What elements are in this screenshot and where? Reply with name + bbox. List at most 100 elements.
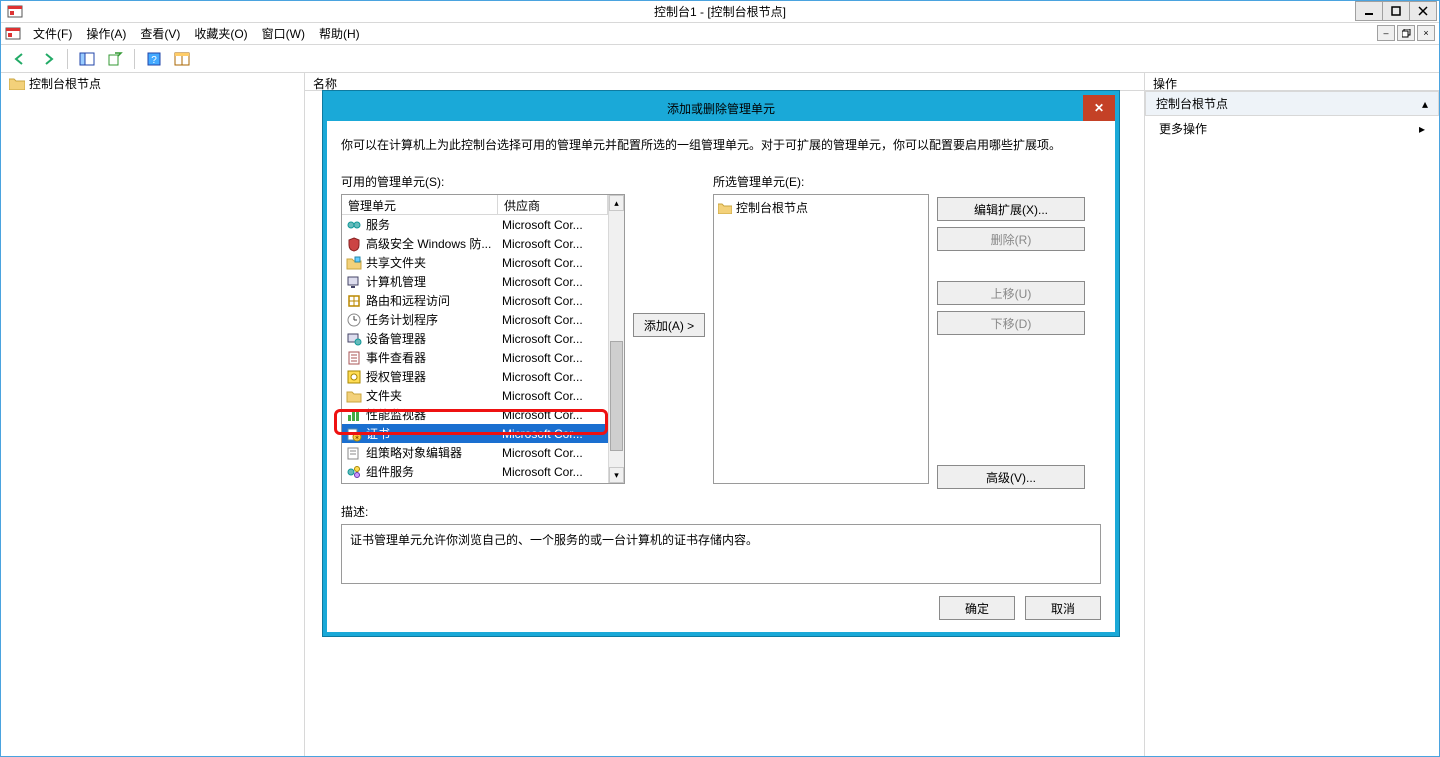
- snapin-vendor: Microsoft Cor...: [502, 294, 608, 308]
- dialog-intro: 你可以在计算机上为此控制台选择可用的管理单元并配置所选的一组管理单元。对于可扩展…: [341, 135, 1101, 155]
- snapin-vendor: Microsoft Cor...: [502, 465, 608, 479]
- snapin-row[interactable]: ✶证书Microsoft Cor...: [342, 424, 608, 443]
- header-snapin[interactable]: 管理单元: [342, 195, 498, 214]
- move-down-button[interactable]: 下移(D): [937, 311, 1085, 335]
- column-name[interactable]: 名称: [305, 73, 1144, 91]
- available-headers: 管理单元 供应商: [342, 195, 608, 215]
- ok-button[interactable]: 确定: [939, 596, 1015, 620]
- add-button[interactable]: 添加(A) >: [633, 313, 705, 337]
- snapin-row[interactable]: 路由和远程访问Microsoft Cor...: [342, 291, 608, 310]
- tile-button[interactable]: [171, 48, 193, 70]
- snapin-row[interactable]: 授权管理器Microsoft Cor...: [342, 367, 608, 386]
- snapin-row[interactable]: 组策略对象编辑器Microsoft Cor...: [342, 443, 608, 462]
- help-button[interactable]: ?: [143, 48, 165, 70]
- maximize-button[interactable]: [1382, 1, 1410, 21]
- snapin-row[interactable]: 文件夹Microsoft Cor...: [342, 386, 608, 405]
- window-controls: [1356, 1, 1437, 21]
- cancel-button[interactable]: 取消: [1025, 596, 1101, 620]
- move-up-button[interactable]: 上移(U): [937, 281, 1085, 305]
- snapin-name: 路由和远程访问: [366, 292, 502, 309]
- more-actions-label: 更多操作: [1159, 120, 1207, 137]
- doc-icon: [5, 26, 21, 42]
- toolbar-sep2: [134, 49, 135, 69]
- menu-help[interactable]: 帮助(H): [313, 23, 366, 44]
- scroll-track[interactable]: [609, 211, 624, 467]
- mdi-minimize[interactable]: –: [1377, 25, 1395, 41]
- snapin-name: 性能监视器: [366, 406, 502, 423]
- menu-action[interactable]: 操作(A): [80, 23, 132, 44]
- snapin-icon: [346, 236, 362, 252]
- snapin-name: 计算机管理: [366, 273, 502, 290]
- snapin-vendor: Microsoft Cor...: [502, 408, 608, 422]
- snapin-row[interactable]: 设备管理器Microsoft Cor...: [342, 329, 608, 348]
- snapin-vendor: Microsoft Cor...: [502, 370, 608, 384]
- tree-pane: 控制台根节点: [1, 73, 305, 756]
- snapin-vendor: Microsoft Cor...: [502, 389, 608, 403]
- actions-section-label: 控制台根节点: [1156, 95, 1228, 112]
- snapin-name: 文件夹: [366, 387, 502, 404]
- description-box: 证书管理单元允许你浏览自己的、一个服务的或一台计算机的证书存储内容。: [341, 524, 1101, 584]
- snapin-icon: [346, 293, 362, 309]
- mdi-controls: – ×: [1375, 25, 1435, 41]
- snapin-icon: [346, 217, 362, 233]
- header-vendor[interactable]: 供应商: [498, 195, 608, 214]
- snapin-vendor: Microsoft Cor...: [502, 332, 608, 346]
- forward-button[interactable]: [37, 48, 59, 70]
- snapin-name: 共享文件夹: [366, 254, 502, 271]
- snapin-icon: [346, 350, 362, 366]
- snapin-row[interactable]: 组件服务Microsoft Cor...: [342, 462, 608, 481]
- selected-root-label: 控制台根节点: [736, 199, 808, 216]
- menu-fav[interactable]: 收藏夹(O): [188, 23, 253, 44]
- dialog-footer: 确定 取消: [341, 596, 1101, 620]
- available-label: 可用的管理单元(S):: [341, 173, 625, 190]
- close-button[interactable]: [1409, 1, 1437, 21]
- content-area: 控制台根节点 名称 添加或删除管理单元 ✕ 你可以在计算机上为此控制台选择可用的…: [1, 73, 1439, 756]
- available-listbox[interactable]: 管理单元 供应商 服务Microsoft Cor...高级安全 Windows …: [341, 194, 625, 484]
- menu-bar: 文件(F) 操作(A) 查看(V) 收藏夹(O) 窗口(W) 帮助(H) – ×: [1, 23, 1439, 45]
- show-hide-tree-button[interactable]: [76, 48, 98, 70]
- snapin-row[interactable]: 性能监视器Microsoft Cor...: [342, 405, 608, 424]
- snapin-name: 事件查看器: [366, 349, 502, 366]
- scroll-thumb[interactable]: [610, 341, 623, 451]
- snapin-icon: [346, 464, 362, 480]
- delete-button[interactable]: 删除(R): [937, 227, 1085, 251]
- edit-extensions-button[interactable]: 编辑扩展(X)...: [937, 197, 1085, 221]
- tree-root-label: 控制台根节点: [29, 75, 101, 92]
- actions-section[interactable]: 控制台根节点 ▴: [1145, 91, 1439, 116]
- export-button[interactable]: [104, 48, 126, 70]
- snapin-row[interactable]: 任务计划程序Microsoft Cor...: [342, 310, 608, 329]
- actions-header: 操作: [1145, 73, 1439, 91]
- advanced-button[interactable]: 高级(V)...: [937, 465, 1085, 489]
- available-scrollbar[interactable]: ▴ ▾: [608, 195, 624, 483]
- mdi-close[interactable]: ×: [1417, 25, 1435, 41]
- mdi-restore[interactable]: [1397, 25, 1415, 41]
- snapin-row[interactable]: 事件查看器Microsoft Cor...: [342, 348, 608, 367]
- back-button[interactable]: [9, 48, 31, 70]
- snapin-icon: [346, 274, 362, 290]
- snapin-name: 授权管理器: [366, 368, 502, 385]
- folder-icon: [718, 202, 732, 214]
- more-actions-item[interactable]: 更多操作 ▸: [1145, 116, 1439, 141]
- snapin-row[interactable]: 服务Microsoft Cor...: [342, 215, 608, 234]
- selected-root-item[interactable]: 控制台根节点: [718, 199, 924, 216]
- snapin-icon: [346, 445, 362, 461]
- dialog-close-button[interactable]: ✕: [1083, 95, 1115, 121]
- description-text: 证书管理单元允许你浏览自己的、一个服务的或一台计算机的证书存储内容。: [350, 533, 758, 547]
- available-column: 可用的管理单元(S): 管理单元 供应商 服务Microsoft Cor...高…: [341, 173, 625, 484]
- menu-view[interactable]: 查看(V): [134, 23, 186, 44]
- scroll-down-button[interactable]: ▾: [609, 467, 624, 483]
- snapin-row[interactable]: 共享文件夹Microsoft Cor...: [342, 253, 608, 272]
- folder-icon: [9, 77, 25, 90]
- chevron-right-icon: ▸: [1419, 122, 1425, 136]
- tree-root-item[interactable]: 控制台根节点: [1, 73, 304, 94]
- actions-pane: 操作 控制台根节点 ▴ 更多操作 ▸: [1145, 73, 1439, 756]
- menu-file[interactable]: 文件(F): [27, 23, 78, 44]
- snapin-row[interactable]: 高级安全 Windows 防...Microsoft Cor...: [342, 234, 608, 253]
- minimize-button[interactable]: [1355, 1, 1383, 21]
- snapin-name: 设备管理器: [366, 330, 502, 347]
- selected-listbox[interactable]: 控制台根节点: [713, 194, 929, 484]
- menu-window[interactable]: 窗口(W): [256, 23, 311, 44]
- snapin-row[interactable]: 计算机管理Microsoft Cor...: [342, 272, 608, 291]
- snapin-icon: [346, 312, 362, 328]
- scroll-up-button[interactable]: ▴: [609, 195, 624, 211]
